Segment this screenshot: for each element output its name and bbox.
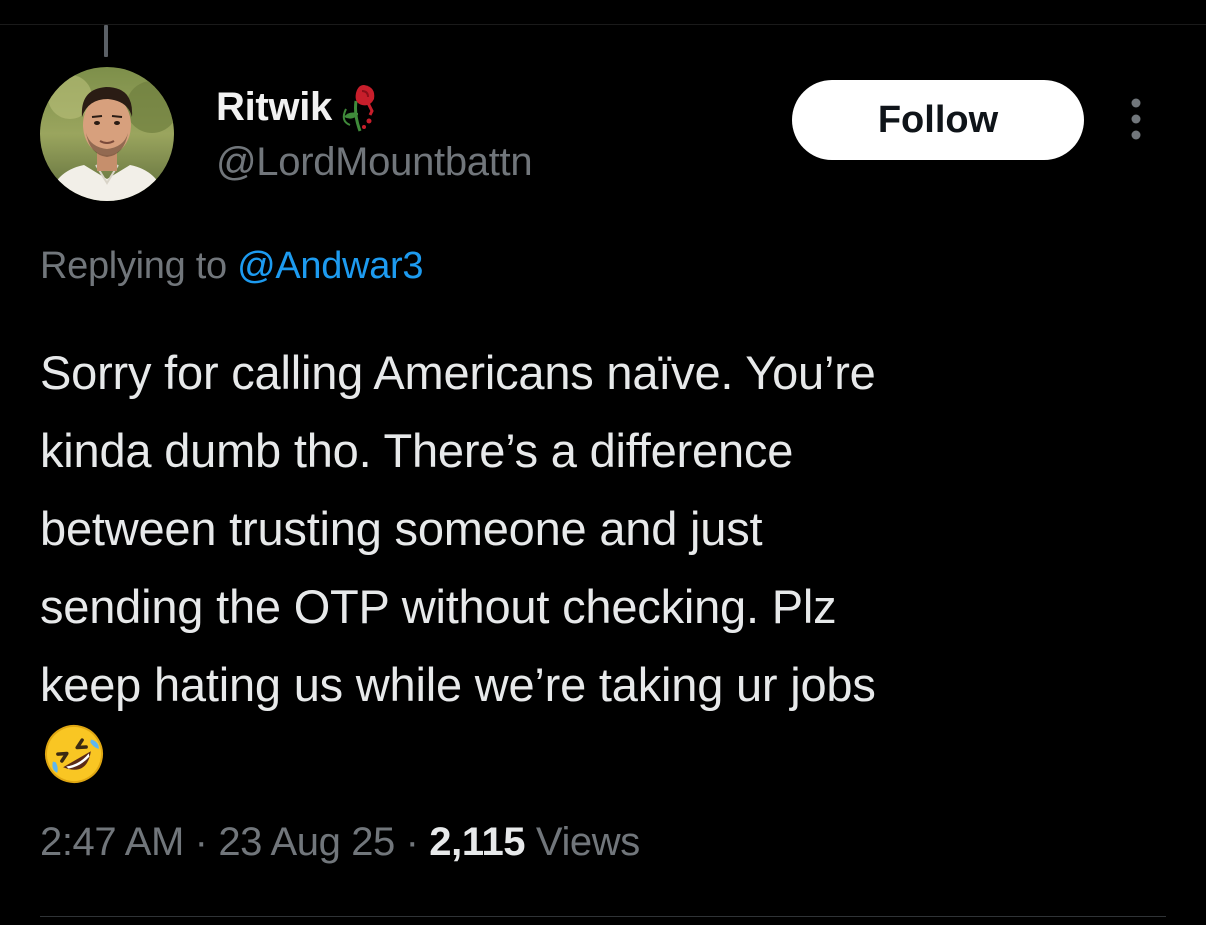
tweet-body: Sorry for calling Americans naïve. You’r…: [40, 334, 1180, 724]
reply-mention-link[interactable]: @Andwar3: [237, 245, 423, 287]
thread-connector-line: [104, 25, 108, 57]
views-label: Views: [525, 820, 640, 864]
meta-separator: ·: [183, 820, 219, 864]
follow-button[interactable]: Follow: [792, 80, 1084, 160]
avatar[interactable]: [40, 67, 174, 201]
author-display-name[interactable]: Ritwik: [216, 85, 332, 130]
wilted-rose-icon: [334, 81, 382, 133]
top-divider: [0, 24, 1206, 25]
tweet-time[interactable]: 2:47 AM: [40, 820, 184, 864]
tweet-text-line: keep hating us while we’re taking ur job…: [40, 658, 876, 711]
meta-separator: ·: [394, 820, 430, 864]
replying-to-label: Replying to: [40, 245, 238, 287]
replying-to-line: Replying to @Andwar3: [40, 245, 424, 288]
author-name-row[interactable]: Ritwik: [216, 82, 382, 132]
tweet-text-line: kinda dumb tho. There’s a difference: [40, 424, 794, 477]
tweet-meta: 2:47 AM · 23 Aug 25 · 2,115 Views: [40, 820, 640, 865]
views-count: 2,115: [429, 820, 526, 864]
tweet-text-line: sending the OTP without checking. Plz: [40, 580, 837, 633]
tweet-text-line: between trusting someone and just: [40, 502, 763, 555]
rolling-on-the-floor-laughing-icon: [42, 722, 106, 786]
tweet-text-line: Sorry for calling Americans naïve. You’r…: [40, 346, 876, 399]
more-options-icon[interactable]: [1124, 96, 1148, 142]
bottom-divider: [40, 916, 1166, 917]
avatar-photo: [40, 67, 174, 201]
tweet-date[interactable]: 23 Aug 25: [218, 820, 395, 864]
author-handle[interactable]: @LordMountbattn: [216, 140, 533, 185]
